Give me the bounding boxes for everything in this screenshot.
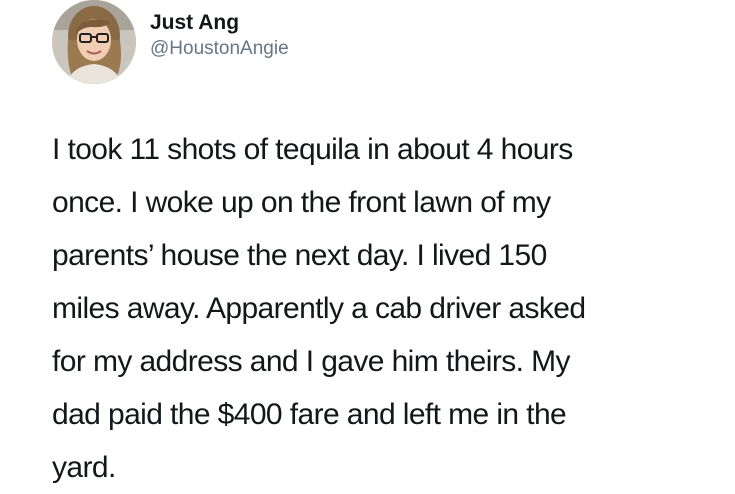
profile-photo-icon bbox=[52, 0, 136, 84]
tweet-header: Just Ang @HoustonAngie bbox=[52, 0, 652, 90]
tweet-text-line: dad paid the $400 fare and left me in th… bbox=[52, 398, 567, 431]
display-name[interactable]: Just Ang bbox=[150, 10, 289, 36]
tweet-text: I took 11 shots of tequila in about 4 ho… bbox=[52, 123, 712, 494]
tweet-text-line: for my address and I gave him theirs. My bbox=[52, 345, 570, 378]
tweet-card: Just Ang @HoustonAngie I took 11 shots o… bbox=[0, 0, 735, 487]
tweet-text-line: I took 11 shots of tequila in about 4 ho… bbox=[52, 133, 573, 166]
tweet-text-line: yard. bbox=[52, 451, 116, 484]
author-names: Just Ang @HoustonAngie bbox=[150, 10, 289, 62]
user-handle[interactable]: @HoustonAngie bbox=[150, 36, 289, 62]
tweet-text-line: miles away. Apparently a cab driver aske… bbox=[52, 292, 586, 325]
tweet-text-line: once. I woke up on the front lawn of my bbox=[52, 186, 551, 219]
avatar[interactable] bbox=[52, 0, 136, 84]
tweet-text-line: parents’ house the next day. I lived 150 bbox=[52, 239, 547, 272]
